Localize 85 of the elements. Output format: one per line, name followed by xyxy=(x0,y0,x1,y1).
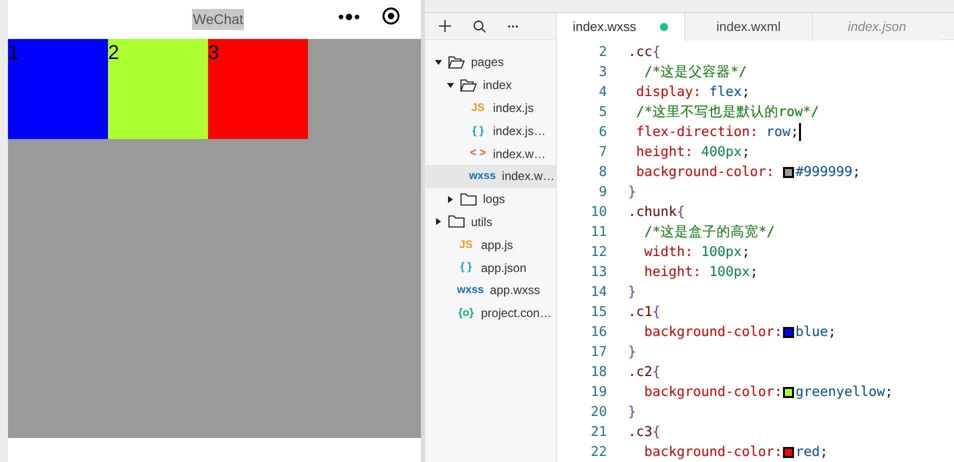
line-number: 2 xyxy=(598,42,608,62)
code-line: } xyxy=(628,182,636,202)
code-line: .chunk{ xyxy=(628,202,685,222)
line-number: 6 xyxy=(598,122,608,142)
folder-item[interactable]: utils xyxy=(425,210,556,234)
folder-icon xyxy=(448,56,465,69)
code-line: display: flex; xyxy=(635,82,750,102)
file-item[interactable]: { } app.json xyxy=(425,256,556,279)
config-file-icon: {o} xyxy=(457,304,475,322)
code-line: .c3{ xyxy=(628,422,661,442)
line-number: 14 xyxy=(590,282,608,302)
file-item[interactable]: { } index.js… xyxy=(425,119,556,142)
line-number: 3 xyxy=(598,62,608,82)
code-line: } xyxy=(628,402,636,422)
caret-down-icon[interactable] xyxy=(435,58,442,66)
file-item[interactable]: < > index.w… xyxy=(425,142,556,165)
code-line: height: 100px; xyxy=(643,262,758,282)
line-number: 15 xyxy=(590,302,608,322)
code-line: .cc{ xyxy=(628,42,661,62)
json-file-icon: { } xyxy=(457,259,475,276)
line-number: 21 xyxy=(590,422,608,442)
code-line: .c2{ xyxy=(628,362,661,382)
caret-right-icon[interactable] xyxy=(447,196,454,203)
line-number: 8 xyxy=(598,162,608,182)
color-swatch[interactable] xyxy=(783,326,794,338)
file-tab[interactable]: index.wxss xyxy=(557,13,685,41)
file-item[interactable]: JS app.js xyxy=(425,233,556,256)
wxss-file-icon: wxss xyxy=(469,168,496,185)
line-number: 4 xyxy=(598,82,608,102)
color-swatch[interactable] xyxy=(783,446,794,458)
file-tab[interactable]: index.wxml xyxy=(685,13,813,41)
file-item[interactable]: {o} project.con… xyxy=(425,302,556,325)
code-line: width: 100px; xyxy=(643,242,750,262)
line-number: 22 xyxy=(590,442,608,462)
line-number: 7 xyxy=(598,142,608,162)
line-number: 13 xyxy=(590,262,608,282)
code-line: height: 400px; xyxy=(635,142,750,162)
add-icon[interactable] xyxy=(439,20,451,32)
color-swatch[interactable] xyxy=(783,166,794,178)
more-icon[interactable] xyxy=(338,12,360,22)
code-line: background-color: blue; xyxy=(643,322,836,342)
json-file-icon: { } xyxy=(469,122,487,140)
file-item[interactable]: wxss app.wxss xyxy=(425,278,556,302)
item-label: 1 xyxy=(8,42,20,64)
code-line: .c1{ xyxy=(628,302,661,322)
line-number: 16 xyxy=(590,322,608,342)
target-icon[interactable] xyxy=(382,7,400,25)
folder-item[interactable]: logs xyxy=(425,188,556,211)
file-item[interactable]: wxss index.w… xyxy=(425,164,556,188)
code-line: } xyxy=(628,342,636,362)
folder-icon xyxy=(460,78,477,92)
wxss-file-icon: wxss xyxy=(457,282,484,299)
folder-item[interactable]: pages xyxy=(425,51,556,74)
js-file-icon: JS xyxy=(469,100,487,116)
code-line: } xyxy=(628,282,636,302)
caret-right-icon[interactable] xyxy=(435,218,442,226)
code-line: /*这里不写也是默认的row*/ xyxy=(635,102,820,122)
folder-icon xyxy=(448,215,465,228)
line-number: 9 xyxy=(598,182,608,202)
line-number: 5 xyxy=(598,102,608,122)
js-file-icon: JS xyxy=(457,236,475,254)
line-number: 19 xyxy=(590,382,608,402)
code-line: background-color: #999999; xyxy=(635,162,860,182)
more-icon[interactable] xyxy=(508,24,518,28)
item-label: 2 xyxy=(108,42,120,64)
item-label: 3 xyxy=(208,42,220,64)
code-line: flex-direction: row; xyxy=(635,122,799,142)
code-line: background-color: red; xyxy=(643,442,828,462)
line-number: 12 xyxy=(590,242,608,262)
wxml-file-icon: < > xyxy=(469,145,487,162)
line-number: 20 xyxy=(590,402,608,422)
color-swatch[interactable] xyxy=(783,386,794,398)
line-number: 17 xyxy=(590,342,608,362)
folder-item[interactable]: index xyxy=(425,74,556,97)
caret-down-icon[interactable] xyxy=(447,82,454,89)
page-title: WeChat xyxy=(192,9,244,30)
code-line: /*这是盒子的高宽*/ xyxy=(643,222,775,242)
line-number: 18 xyxy=(590,362,608,382)
code-line: background-color: greenyellow; xyxy=(643,382,893,402)
folder-icon xyxy=(460,192,477,206)
search-icon[interactable] xyxy=(473,20,486,32)
line-number: 10 xyxy=(590,202,608,222)
code-line: /*这是父容器*/ xyxy=(643,62,747,82)
line-number: 11 xyxy=(590,222,608,242)
file-item[interactable]: JS index.js xyxy=(425,96,556,120)
